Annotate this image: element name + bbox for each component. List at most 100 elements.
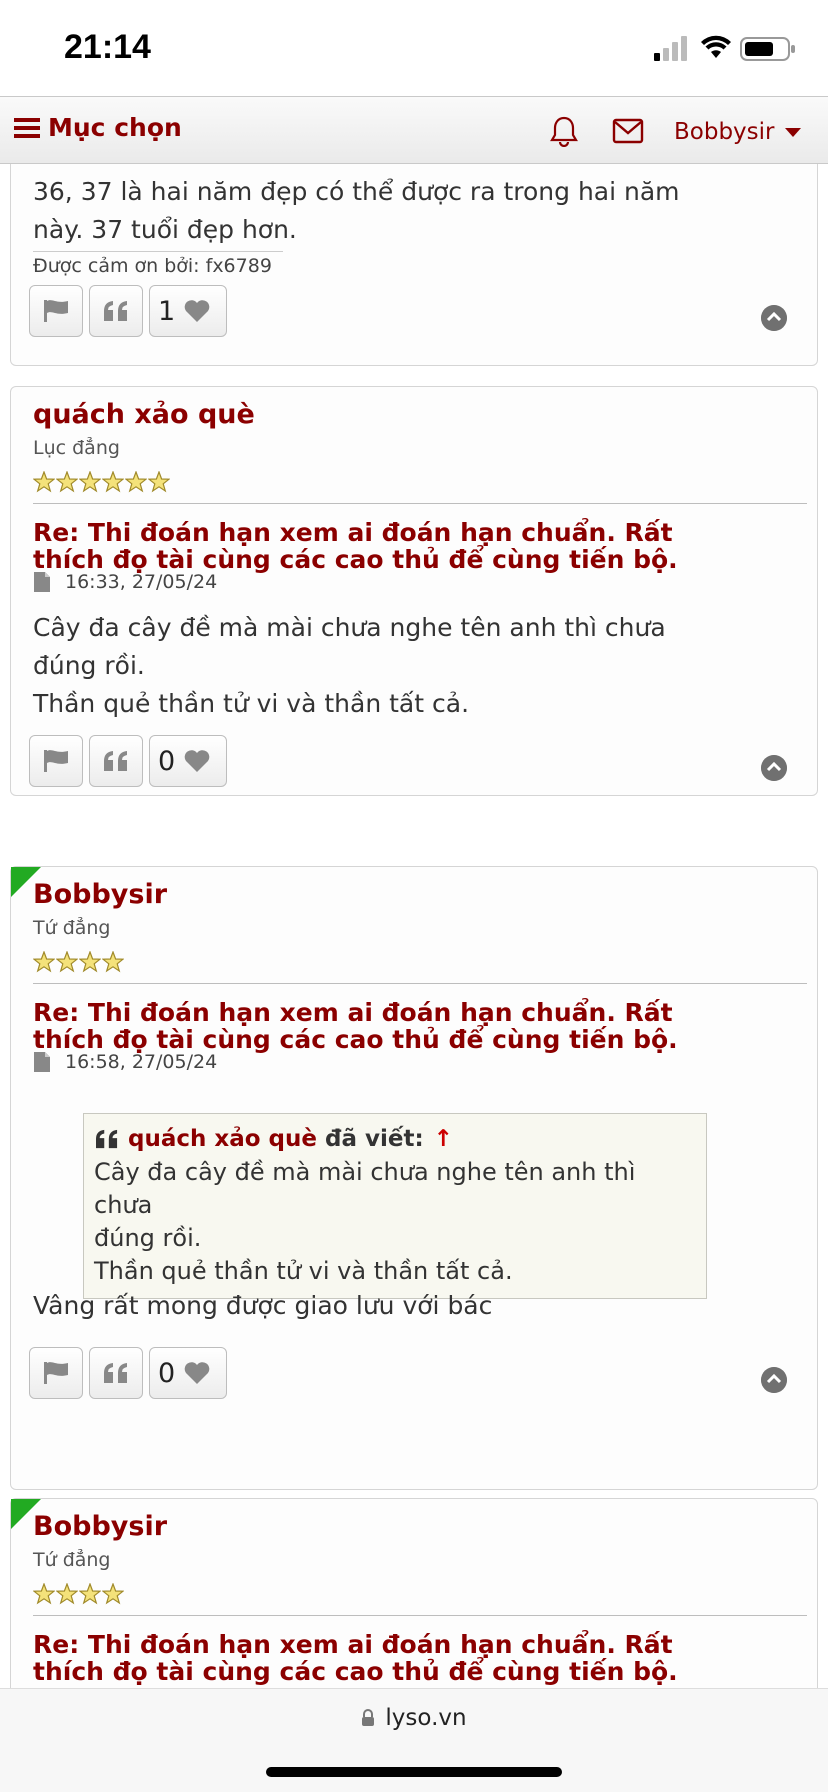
star-icon: [33, 1583, 55, 1605]
divider: [33, 983, 807, 984]
chevron-down-icon: [784, 127, 801, 137]
post-text-line: 36, 37 là hai năm đẹp có thể được ra tro…: [33, 177, 680, 206]
post-title[interactable]: Re: Thi đoán hạn xem ai đoán hạn chuẩn. …: [33, 519, 813, 573]
star-icon: [56, 1583, 78, 1605]
report-button[interactable]: [29, 1347, 83, 1399]
quote-icon: [104, 751, 127, 771]
post-text-line: Cây đa cây đề mà mài chưa nghe tên anh t…: [33, 613, 666, 642]
star-icon: [102, 471, 124, 493]
report-button[interactable]: [29, 285, 83, 337]
star-icon: [102, 1583, 124, 1605]
star-icon: [148, 471, 170, 493]
post-title-line: thích đọ tài cùng các cao thủ để cùng ti…: [33, 545, 678, 574]
mail-icon[interactable]: [612, 117, 644, 145]
bell-icon[interactable]: [548, 115, 580, 147]
arrow-up-icon[interactable]: [761, 305, 787, 331]
status-bar: 21:14: [0, 0, 828, 96]
star-icon: [56, 951, 78, 973]
divider: [33, 251, 283, 252]
post-title-line: thích đọ tài cùng các cao thủ để cùng ti…: [33, 1657, 678, 1686]
flag-icon: [44, 750, 68, 772]
post-meta: 16:58, 27/05/24: [33, 1051, 217, 1073]
menu-icon: [14, 117, 40, 138]
quote-icon: [104, 301, 127, 321]
post: Bobbysir Tứ đẳng Re: Thi đoán hạn xem ai…: [10, 1498, 818, 1688]
url-text: lyso.vn: [385, 1705, 467, 1731]
quote-button[interactable]: [89, 1347, 143, 1399]
post-title[interactable]: Re: Thi đoán hạn xem ai đoán hạn chuẩn. …: [33, 1631, 813, 1685]
post-title-line: thích đọ tài cùng các cao thủ để cùng ti…: [33, 1025, 678, 1054]
post-title-line: Re: Thi đoán hạn xem ai đoán hạn chuẩn. …: [33, 1630, 673, 1659]
quote-text-line: đúng rồi.: [94, 1224, 202, 1252]
quote-text: Cây đa cây đề mà mài chưa nghe tên anh t…: [94, 1156, 696, 1288]
post-list: 36, 37 là hai năm đẹp có thể được ra tro…: [0, 164, 828, 1688]
arrow-up-icon[interactable]: [761, 755, 787, 781]
post: quách xảo què Lục đẳng Re: Thi đoán hạn …: [10, 386, 818, 796]
post-time: 16:58, 27/05/24: [65, 1051, 218, 1073]
post-title[interactable]: Re: Thi đoán hạn xem ai đoán hạn chuẩn. …: [33, 999, 813, 1053]
document-icon: [34, 572, 50, 592]
like-button[interactable]: 0: [149, 735, 227, 787]
author-rank: Tứ đẳng: [33, 917, 111, 939]
quote-icon: [96, 1129, 118, 1149]
post-text-line: Thần quẻ thần tử vi và thần tất cả.: [33, 689, 470, 718]
post: 36, 37 là hai năm đẹp có thể được ra tro…: [10, 164, 818, 366]
cellular-signal-icon: [654, 36, 687, 61]
home-indicator[interactable]: [266, 1767, 562, 1777]
post-text-line: này. 37 tuổi đẹp hơn.: [33, 215, 297, 244]
post-author[interactable]: quách xảo què: [33, 399, 255, 430]
author-rank: Lục đẳng: [33, 437, 120, 459]
menu-label: Mục chọn: [48, 113, 182, 142]
rank-stars: [33, 1583, 125, 1605]
like-count: 0: [158, 745, 176, 777]
star-icon: [33, 471, 55, 493]
arrow-up-icon[interactable]: [761, 1367, 787, 1393]
thanks-text: Được cảm ơn bởi: fx6789: [33, 255, 272, 277]
star-icon: [79, 951, 101, 973]
post-text-line: đúng rồi.: [33, 651, 145, 680]
user-dropdown[interactable]: Bobbysir: [674, 119, 801, 145]
battery-icon: [740, 37, 795, 61]
quote-wrote: đã viết:: [324, 1126, 424, 1152]
post-author[interactable]: Bobbysir: [33, 879, 167, 910]
heart-icon: [184, 750, 210, 772]
star-icon: [56, 471, 78, 493]
rank-stars: [33, 471, 171, 493]
like-button[interactable]: 0: [149, 1347, 227, 1399]
quote-button[interactable]: [89, 735, 143, 787]
divider: [33, 1615, 807, 1616]
quote-text-line: Cây đa cây đề mà mài chưa nghe tên anh t…: [94, 1158, 636, 1219]
star-icon: [79, 471, 101, 493]
top-navbar: Mục chọn Bobbysir: [0, 96, 828, 164]
quote-block: quách xảo què đã viết: ↑ Cây đa cây đề m…: [83, 1113, 707, 1299]
go-to-quote-link[interactable]: ↑: [434, 1126, 453, 1152]
quote-author[interactable]: quách xảo què: [128, 1126, 317, 1152]
quote-icon: [104, 1363, 127, 1383]
divider: [33, 503, 807, 504]
post-title-line: Re: Thi đoán hạn xem ai đoán hạn chuẩn. …: [33, 518, 673, 547]
status-time: 21:14: [64, 28, 151, 66]
username-label: Bobbysir: [674, 119, 775, 145]
post-meta: 16:33, 27/05/24: [33, 571, 217, 593]
post-content: 36, 37 là hai năm đẹp có thể được ra tro…: [33, 173, 803, 249]
heart-icon: [184, 1362, 210, 1384]
star-icon: [79, 1583, 101, 1605]
document-icon: [34, 1052, 50, 1072]
quote-button[interactable]: [89, 285, 143, 337]
flag-icon: [44, 300, 68, 322]
post: Bobbysir Tứ đẳng Re: Thi đoán hạn xem ai…: [10, 866, 818, 1490]
post-content: Vâng rất mong được giao lưu với bác: [33, 1291, 493, 1320]
like-button[interactable]: 1: [149, 285, 227, 337]
post-time: 16:33, 27/05/24: [65, 571, 218, 593]
quote-text-line: Thần quẻ thần tử vi và thần tất cả.: [94, 1257, 513, 1285]
report-button[interactable]: [29, 735, 83, 787]
wifi-icon: [701, 35, 731, 58]
like-count: 1: [158, 295, 176, 327]
address-bar[interactable]: lyso.vn: [0, 1705, 828, 1731]
post-author[interactable]: Bobbysir: [33, 1511, 167, 1542]
menu-button[interactable]: Mục chọn: [14, 113, 182, 142]
flag-icon: [44, 1362, 68, 1384]
rank-stars: [33, 951, 125, 973]
lock-icon: [362, 1709, 375, 1726]
post-content: Cây đa cây đề mà mài chưa nghe tên anh t…: [33, 609, 803, 723]
